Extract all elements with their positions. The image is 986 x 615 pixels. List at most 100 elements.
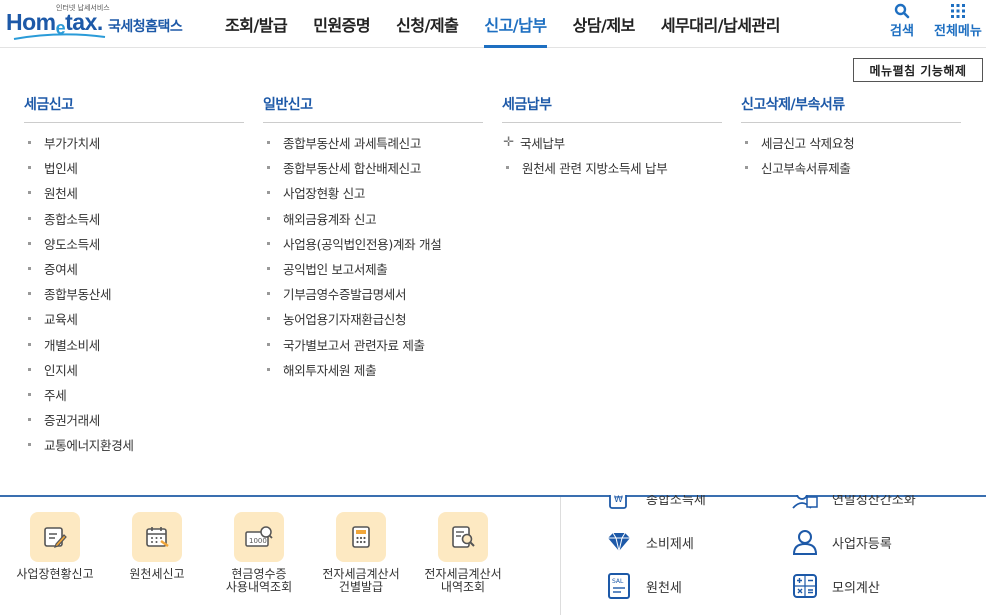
menu-item[interactable]: 기부금영수증발급명세서 (263, 281, 483, 306)
quick-menu-item[interactable]: 사업장현황신고 (0, 512, 110, 581)
menu-list: 부가가치세 법인세 원천세 종합소득세 양도소득세 증여세 종합부동산세 교육세… (24, 130, 244, 457)
service-link[interactable]: SAL 원천세 (604, 572, 682, 600)
menu-item[interactable]: 사업장현황 신고 (263, 180, 483, 205)
nav-item-application[interactable]: 신청/제출 (383, 0, 471, 48)
all-menu-button[interactable]: 전체메뉴 (934, 2, 982, 39)
menu-item[interactable]: 개별소비세 (24, 332, 244, 357)
bullet-icon (28, 392, 31, 396)
menu-item[interactable]: 공익법인 보고서제출 (263, 256, 483, 281)
bullet-icon (28, 292, 31, 296)
bullet-icon (267, 267, 270, 271)
quick-menu-item[interactable]: 1000 현금영수증 사용내역조회 (204, 512, 314, 594)
menu-item[interactable]: ✛ 국세납부 (502, 130, 722, 155)
menu-item[interactable]: 종합부동산세 합산배제신고 (263, 155, 483, 180)
bullet-icon (745, 141, 748, 145)
menu-item[interactable]: 사업용(공익법인전용)계좌 개설 (263, 231, 483, 256)
menu-item[interactable]: 증여세 (24, 256, 244, 281)
unpin-menu-button[interactable]: 메뉴펼침 기능해제 (853, 58, 983, 82)
menu-item[interactable]: 원천세 관련 지방소득세 납부 (502, 155, 722, 180)
menu-column-tax-filing: 세금신고 부가가치세 법인세 원천세 종합소득세 양도소득세 증여세 종합부동산… (24, 94, 244, 457)
nav-item-certificate[interactable]: 민원증명 (300, 0, 383, 48)
main-nav: 조회/발급 민원증명 신청/제출 신고/납부 상담/제보 세무대리/납세관리 (212, 0, 793, 48)
bullet-icon (267, 241, 270, 245)
column-title: 신고삭제/부속서류 (741, 94, 961, 123)
report-edit-icon (30, 512, 80, 562)
menu-item[interactable]: 세금신고 삭제요청 (741, 130, 961, 155)
service-label: 모의계산 (832, 580, 880, 596)
menu-item[interactable]: 법인세 (24, 155, 244, 180)
calculator-doc-icon (336, 512, 386, 562)
nav-item-inquiry[interactable]: 조회/발급 (212, 0, 300, 48)
bullet-icon (28, 418, 31, 422)
bullet-icon (28, 317, 31, 321)
bullet-icon (28, 216, 31, 220)
service-label: 사업자등록 (832, 536, 892, 552)
header: 인터넷 납세서비스 Hometax. 국세청홈택스 조회/발급 민원증명 신청/… (0, 0, 986, 48)
bullet-icon (267, 191, 270, 195)
menu-item[interactable]: 부가가치세 (24, 130, 244, 155)
doc-search-icon (438, 512, 488, 562)
bullet-icon (28, 342, 31, 346)
menu-item[interactable]: 국가별보고서 관련자료 제출 (263, 332, 483, 357)
bullet-icon (506, 166, 509, 170)
bullet-icon (267, 166, 270, 170)
menu-item[interactable]: 농어업용기자재환급신청 (263, 306, 483, 331)
menu-item[interactable]: 증권거래세 (24, 407, 244, 432)
quick-menu-item[interactable]: 원천세신고 (102, 512, 212, 581)
calendar-icon (132, 512, 182, 562)
svg-text:₩: ₩ (614, 495, 623, 505)
svg-text:1000: 1000 (249, 537, 267, 545)
bullet-icon (28, 267, 31, 271)
quick-menu-label: 사업장현황신고 (16, 567, 94, 581)
svg-text:SAL: SAL (612, 578, 624, 585)
bullet-icon (28, 166, 31, 170)
menu-item[interactable]: 해외투자세원 제출 (263, 357, 483, 382)
bullet-icon (267, 342, 270, 346)
nav-item-consultation[interactable]: 상담/제보 (560, 0, 648, 48)
content-divider (560, 497, 561, 615)
menu-item[interactable]: 원천세 (24, 180, 244, 205)
service-label: 소비제세 (646, 536, 694, 552)
bullet-icon (267, 141, 270, 145)
menu-item[interactable]: 주세 (24, 382, 244, 407)
menu-item[interactable]: 교육세 (24, 306, 244, 331)
service-link[interactable]: 소비제세 (604, 528, 694, 556)
expand-plus-icon[interactable]: ✛ (503, 135, 514, 150)
menu-item[interactable]: 양도소득세 (24, 231, 244, 256)
quick-menu-label-2: 사용내역조회 (225, 580, 293, 594)
bullet-icon (267, 367, 270, 371)
search-label: 검색 (890, 24, 914, 39)
menu-item[interactable]: 종합소득세 (24, 206, 244, 231)
menu-item[interactable]: 종합부동산세 (24, 281, 244, 306)
nav-item-filing-payment[interactable]: 신고/납부 (471, 0, 559, 48)
menu-list: ✛ 국세납부 원천세 관련 지방소득세 납부 (502, 130, 722, 180)
search-button[interactable]: 검색 (890, 2, 914, 39)
service-link[interactable]: 사업자등록 (790, 528, 892, 556)
hometax-logo[interactable]: 인터넷 납세서비스 Hometax. 국세청홈택스 (4, 3, 190, 43)
bullet-icon (745, 166, 748, 170)
calculator-icon (790, 572, 820, 600)
menu-list: 세금신고 삭제요청 신고부속서류제출 (741, 130, 961, 180)
bullet-icon (267, 317, 270, 321)
tax-doc-icon: SAL (604, 572, 634, 600)
cash-receipt-icon: 1000 (234, 512, 284, 562)
menu-item[interactable]: 교통에너지환경세 (24, 432, 244, 457)
bullet-icon (28, 191, 31, 195)
bullet-icon (267, 216, 270, 220)
column-title: 세금납부 (502, 94, 722, 123)
quick-menu-item[interactable]: 전자세금계산서 내역조회 (408, 512, 518, 594)
quick-menu-label: 원천세신고 (129, 567, 185, 581)
service-link[interactable]: 모의계산 (790, 572, 880, 600)
menu-list: 종합부동산세 과세특례신고 종합부동산세 합산배제신고 사업장현황 신고 해외금… (263, 130, 483, 382)
menu-item[interactable]: 종합부동산세 과세특례신고 (263, 130, 483, 155)
menu-column-tax-payment: 세금납부 ✛ 국세납부 원천세 관련 지방소득세 납부 (502, 94, 722, 180)
quick-menu-label-2: 건별발급 (338, 580, 384, 594)
menu-item[interactable]: 신고부속서류제출 (741, 155, 961, 180)
menu-item[interactable]: 인지세 (24, 357, 244, 382)
menu-item[interactable]: 해외금융계좌 신고 (263, 206, 483, 231)
all-menu-label: 전체메뉴 (934, 24, 982, 39)
nav-item-tax-agent[interactable]: 세무대리/납세관리 (648, 0, 793, 48)
quick-menu-item[interactable]: 전자세금계산서 건별발급 (306, 512, 416, 594)
column-title: 일반신고 (263, 94, 483, 123)
logo-swoosh-icon (13, 33, 106, 40)
